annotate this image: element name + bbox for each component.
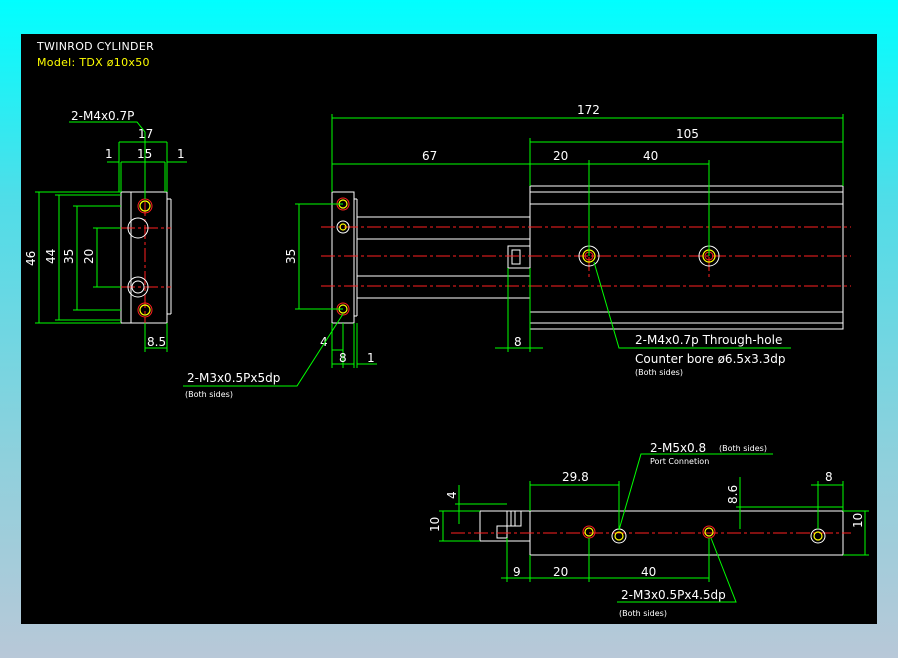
dim-bottom-9: 9 xyxy=(513,565,521,579)
dim-bottom-29-8: 29.8 xyxy=(562,470,589,484)
callout-front-both2: (Both sides) xyxy=(185,390,233,399)
drawing-title: TWINROD CYLINDER xyxy=(36,40,154,53)
dim-front-35: 35 xyxy=(284,249,298,264)
dim-side-35: 35 xyxy=(62,249,76,264)
dim-side-44: 44 xyxy=(44,249,58,264)
bottom-thread-hole-1-icon xyxy=(584,527,594,537)
dim-bottom-40: 40 xyxy=(641,565,656,579)
dim-bottom-10-left: 10 xyxy=(428,517,442,532)
callout-bottom-both: (Both sides) xyxy=(619,609,667,618)
callout-bottom-port-both: (Both sides) xyxy=(719,444,767,453)
dim-bottom-20: 20 xyxy=(553,565,568,579)
bottom-view: 29.8 8.6 8 4 10 10 9 20 40 2-M5x0.8 (Bot… xyxy=(428,441,869,618)
callout-front-plate: 2-M3x0.5Px5dp xyxy=(187,371,280,385)
dim-front-67: 67 xyxy=(422,149,437,163)
dim-front-40: 40 xyxy=(643,149,658,163)
dim-side-1-left: 1 xyxy=(105,147,113,161)
dim-front-1: 1 xyxy=(367,351,375,365)
dim-front-172: 172 xyxy=(577,103,600,117)
dim-front-105: 105 xyxy=(676,127,699,141)
front-body-outline xyxy=(529,185,844,330)
dim-bottom-8-6: 8.6 xyxy=(726,485,740,504)
dim-bottom-10-right: 10 xyxy=(851,513,865,528)
bottom-port-hole-1-icon xyxy=(611,528,627,544)
dim-bottom-8: 8 xyxy=(825,470,833,484)
dim-front-4: 4 xyxy=(320,335,328,349)
cad-drawing: TWINROD CYLINDER Model: TDX ø10x50 17 15… xyxy=(24,40,869,618)
bottom-thread-hole-2-icon xyxy=(704,527,714,537)
cad-drawing-canvas: TWINROD CYLINDER Model: TDX ø10x50 17 15… xyxy=(21,34,877,624)
dim-front-rod-8: 8 xyxy=(514,335,522,349)
callout-front-mount: 2-M4x0.7p Through-hole xyxy=(635,333,782,347)
model-label: Model: TDX ø10x50 xyxy=(37,56,150,69)
callout-front-both1: (Both sides) xyxy=(635,368,683,377)
front-view: 172 105 67 20 40 35 4 8 1 8 2-M4x0.7p Th… xyxy=(183,103,851,399)
bottom-port-hole-2-icon xyxy=(810,528,826,544)
dim-front-8: 8 xyxy=(339,351,347,365)
dim-side-20: 20 xyxy=(82,249,96,264)
callout-bottom-port: 2-M5x0.8 xyxy=(650,441,706,455)
dim-side-17: 17 xyxy=(138,127,153,141)
dim-side-1-right: 1 xyxy=(177,147,185,161)
dim-side-46: 46 xyxy=(24,251,38,266)
side-view: 17 15 1 1 2-M4x0.7P 46 44 35 20 8.5 xyxy=(24,109,187,352)
dim-side-8-5: 8.5 xyxy=(147,335,166,349)
callout-side-m4: 2-M4x0.7P xyxy=(71,109,134,123)
callout-bottom-thread: 2-M3x0.5Px4.5dp xyxy=(621,588,726,602)
dim-front-20: 20 xyxy=(553,149,568,163)
callout-front-counterbore: Counter bore ø6.5x3.3dp xyxy=(635,352,785,366)
callout-bottom-port-label: Port Connetion xyxy=(650,457,709,466)
dim-bottom-4: 4 xyxy=(445,491,459,499)
